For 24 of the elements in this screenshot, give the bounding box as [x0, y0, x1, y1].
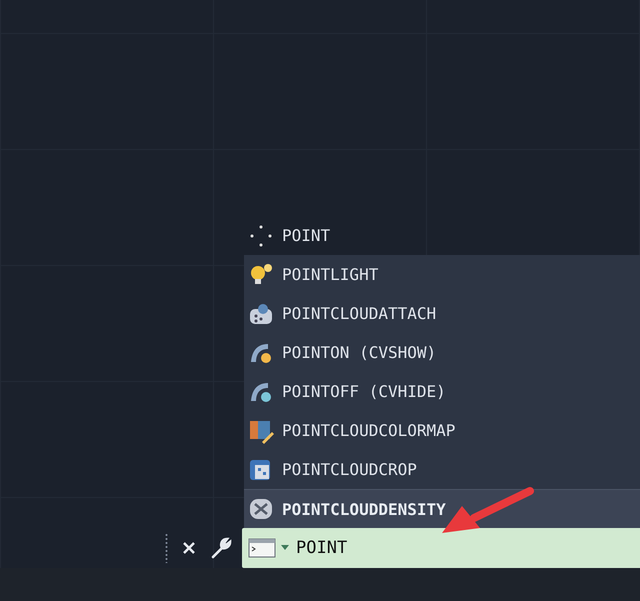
command-input[interactable]: POINT [294, 538, 494, 558]
customize-button[interactable] [210, 537, 232, 559]
suggestion-row[interactable]: POINTCLOUDDENSITY [244, 489, 640, 528]
close-button[interactable] [182, 541, 196, 555]
command-suggestion: POINTOFF (CVHIDE) [282, 382, 446, 401]
caret-icon [280, 544, 290, 552]
wrench-icon [210, 537, 232, 559]
console-icon [248, 537, 276, 559]
dotted-point-icon [248, 222, 274, 248]
command-suggestion[interactable]: POINT [282, 226, 330, 245]
close-icon [182, 541, 196, 555]
command-suggestion: POINTCLOUDCROP [282, 460, 417, 479]
command-suggestion: POINTLIGHT [282, 265, 378, 284]
grip-handle[interactable] [165, 533, 168, 563]
suggestion-row[interactable]: POINTOFF (CVHIDE) [244, 372, 640, 411]
command-suggestion: POINTCLOUDCOLORMAP [282, 421, 456, 440]
suggestion-row[interactable]: POINTON (CVSHOW) [244, 333, 640, 372]
suggestion-row[interactable]: POINTCLOUDCOLORMAP [244, 411, 640, 450]
command-suggestion: POINTCLOUDDENSITY [282, 500, 446, 518]
command-suggestion: POINTON (CVSHOW) [282, 343, 436, 362]
suggestion-row[interactable]: POINTCLOUDATTACH [244, 294, 640, 333]
suggestion-row[interactable]: POINTCLOUDCROP [244, 450, 640, 489]
command-suggestion: POINTCLOUDATTACH [282, 304, 436, 323]
suggestion-row[interactable]: POINTLIGHT [244, 255, 640, 294]
